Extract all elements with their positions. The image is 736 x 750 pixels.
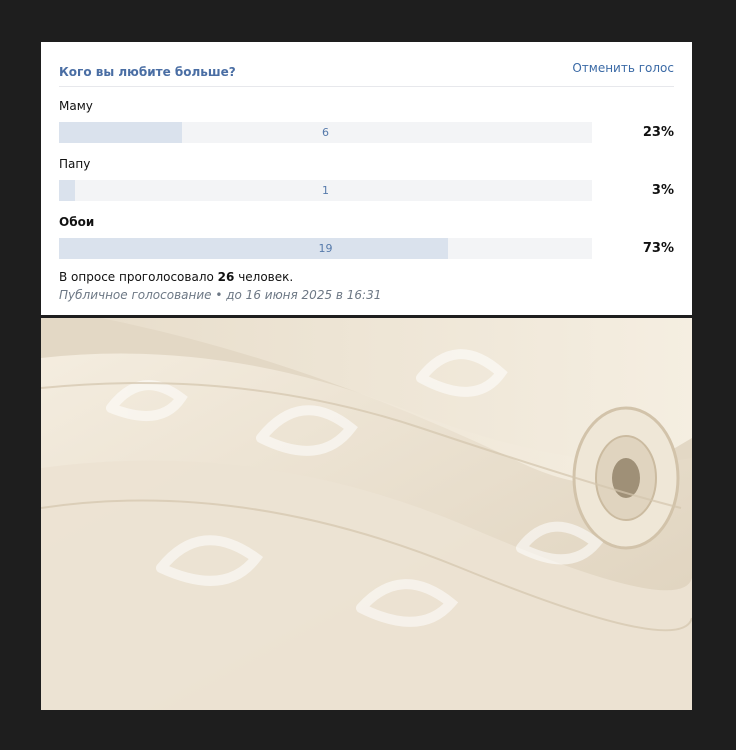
- poll-question: Кого вы любите больше?: [59, 65, 236, 79]
- answer-label: Маму: [59, 99, 93, 113]
- answer-vote-count: 19: [318, 242, 333, 255]
- wallpaper-rolls-illustration: [41, 318, 692, 710]
- answer-percent: 73%: [642, 241, 674, 256]
- answer-bar[interactable]: 6: [59, 122, 592, 143]
- poll-header: Кого вы любите больше? Отменить голос: [59, 42, 674, 87]
- answer-vote-count: 1: [322, 184, 329, 197]
- poll-meta: Публичное голосование • до 16 июня 2025 …: [59, 288, 382, 302]
- summary-count: 26: [217, 270, 235, 284]
- wallpaper-photo: [41, 318, 692, 710]
- poll-answer[interactable]: Обои 19 73%: [59, 203, 674, 261]
- poll-answer[interactable]: Папу 1 3%: [59, 145, 674, 203]
- poll-answer[interactable]: Маму 6 23%: [59, 87, 674, 145]
- answer-percent: 3%: [651, 183, 674, 198]
- summary-prefix: В опросе проголосовало: [59, 270, 214, 284]
- answer-label: Обои: [59, 215, 95, 229]
- answer-vote-count: 6: [322, 126, 329, 139]
- answer-percent: 23%: [642, 125, 674, 140]
- answer-label: Папу: [59, 157, 91, 171]
- poll-summary: В опросе проголосовало 26 человек.: [59, 270, 293, 284]
- cancel-vote-link[interactable]: Отменить голос: [572, 61, 674, 75]
- answer-bar[interactable]: 19: [59, 238, 592, 259]
- answer-bar[interactable]: 1: [59, 180, 592, 201]
- poll-card: Кого вы любите больше? Отменить голос Ма…: [41, 42, 692, 315]
- summary-suffix: человек.: [238, 270, 294, 284]
